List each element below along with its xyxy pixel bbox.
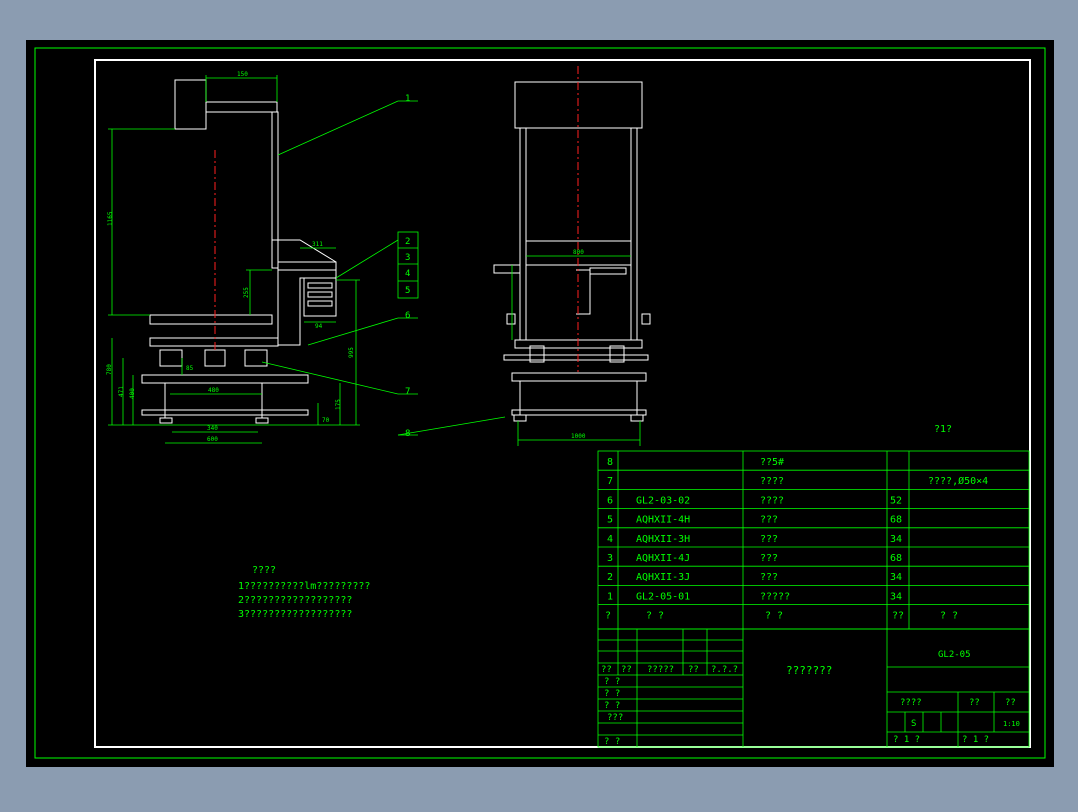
rev-header-4: ?? xyxy=(688,665,699,675)
stage-value: S xyxy=(911,719,916,729)
dim-1000: 1000 xyxy=(571,433,586,440)
balloon-5: 5 xyxy=(405,286,410,296)
bom-cell-name: ???? xyxy=(760,476,784,487)
dim-150: 150 xyxy=(237,71,248,78)
role-5: ? ? xyxy=(604,737,620,747)
rev-header-3: ????? xyxy=(647,665,674,675)
drawing-sheet xyxy=(26,40,1054,767)
bom-header-remark: ? ? xyxy=(940,611,958,622)
dim-400: 400 xyxy=(129,388,136,399)
weight-label: ?? xyxy=(969,698,980,708)
bom-header-code: ? ? xyxy=(646,611,664,622)
drawing-name: ??????? xyxy=(786,664,832,677)
bom-cell-qty: 68 xyxy=(890,515,902,526)
bom-cell-qty: 52 xyxy=(890,495,902,506)
bom-cell-no: 6 xyxy=(607,495,613,506)
bom-cell-code: GL2-05-01 xyxy=(636,591,690,602)
bom-cell-no: 8 xyxy=(607,457,613,468)
dim-85: 85 xyxy=(186,365,194,372)
bom-cell-code: AQHXII-3J xyxy=(636,572,690,583)
balloon-1: 1 xyxy=(405,94,410,104)
engineering-drawing: 150 1165 311 255 94 995 85 480 780 471 4… xyxy=(26,40,1054,767)
dim-94: 94 xyxy=(315,323,323,330)
bom-cell-qty: 34 xyxy=(890,572,902,583)
bom-cell-code: AQHXII-3H xyxy=(636,534,690,545)
bom-cell-name: ????? xyxy=(760,591,790,602)
role-3: ? ? xyxy=(604,701,620,711)
bom-cell-code: GL2-03-02 xyxy=(636,495,690,506)
role-2: ? ? xyxy=(604,689,620,699)
dim-995: 995 xyxy=(348,347,355,358)
bom-cell-name: ??5# xyxy=(760,457,784,468)
notes-title: ???? xyxy=(252,565,276,576)
sheet-note: ?1? xyxy=(934,424,952,435)
balloon-3: 3 xyxy=(405,253,410,263)
dim-311: 311 xyxy=(312,241,323,248)
bom-cell-name: ??? xyxy=(760,553,778,564)
bom-cell-no: 5 xyxy=(607,515,613,526)
bom-cell-code: AQHXII-4H xyxy=(636,515,690,526)
balloon-8: 8 xyxy=(405,429,410,439)
balloon-7: 7 xyxy=(405,387,410,397)
balloon-2: 2 xyxy=(405,237,410,247)
bom-cell-name: ??? xyxy=(760,515,778,526)
dim-780: 780 xyxy=(106,364,113,375)
drawing-number: GL2-05 xyxy=(938,650,971,660)
bom-cell-no: 1 xyxy=(607,591,613,602)
dim-175: 175 xyxy=(335,399,342,410)
dim-70: 70 xyxy=(322,417,330,424)
bom-cell-name: ???? xyxy=(760,495,784,506)
balloon-6: 6 xyxy=(405,311,410,321)
bom-cell-no: 3 xyxy=(607,553,613,564)
bom-cell-name: ??? xyxy=(760,572,778,583)
sheet-number: ? 1 ? xyxy=(962,735,989,745)
rev-header-1: ?? xyxy=(601,665,612,675)
bom-cell-remark: ????,Ø50×4 xyxy=(928,475,988,487)
dim-800: 800 xyxy=(573,249,584,256)
bom-cell-qty: 34 xyxy=(890,591,902,602)
notes-line-1: 1??????????lm????????? xyxy=(238,581,370,592)
dim-1165: 1165 xyxy=(107,211,114,226)
cad-viewport: 150 1165 311 255 94 995 85 480 780 471 4… xyxy=(0,0,1078,808)
dim-255: 255 xyxy=(243,287,250,298)
bom-header-name: ? ? xyxy=(765,611,783,622)
dim-600: 600 xyxy=(207,436,218,443)
dim-471: 471 xyxy=(118,386,125,397)
dim-340: 340 xyxy=(207,425,218,432)
bom-cell-code: AQHXII-4J xyxy=(636,553,690,564)
bom-cell-no: 4 xyxy=(607,534,613,545)
scale-label: ?? xyxy=(1005,698,1016,708)
stage-label: ???? xyxy=(900,698,922,708)
rev-header-2: ?? xyxy=(621,665,632,675)
role-1: ? ? xyxy=(604,677,620,687)
notes-line-2: 2?????????????????? xyxy=(238,595,352,606)
bom-cell-no: 7 xyxy=(607,476,613,487)
notes-line-3: 3?????????????????? xyxy=(238,609,352,620)
bom-cell-name: ??? xyxy=(760,534,778,545)
dim-480: 480 xyxy=(208,387,219,394)
bom-cell-qty: 34 xyxy=(890,534,902,545)
bom-cell-no: 2 xyxy=(607,572,613,583)
sheet-total: ? 1 ? xyxy=(893,735,920,745)
scale-value: 1:10 xyxy=(1003,720,1020,728)
role-4: ??? xyxy=(607,713,623,723)
bom-header-no: ? xyxy=(605,611,611,622)
rev-header-5: ?.?.? xyxy=(711,665,738,675)
bom-cell-qty: 68 xyxy=(890,553,902,564)
balloon-4: 4 xyxy=(405,269,410,279)
bom-header-qty: ?? xyxy=(892,611,904,622)
